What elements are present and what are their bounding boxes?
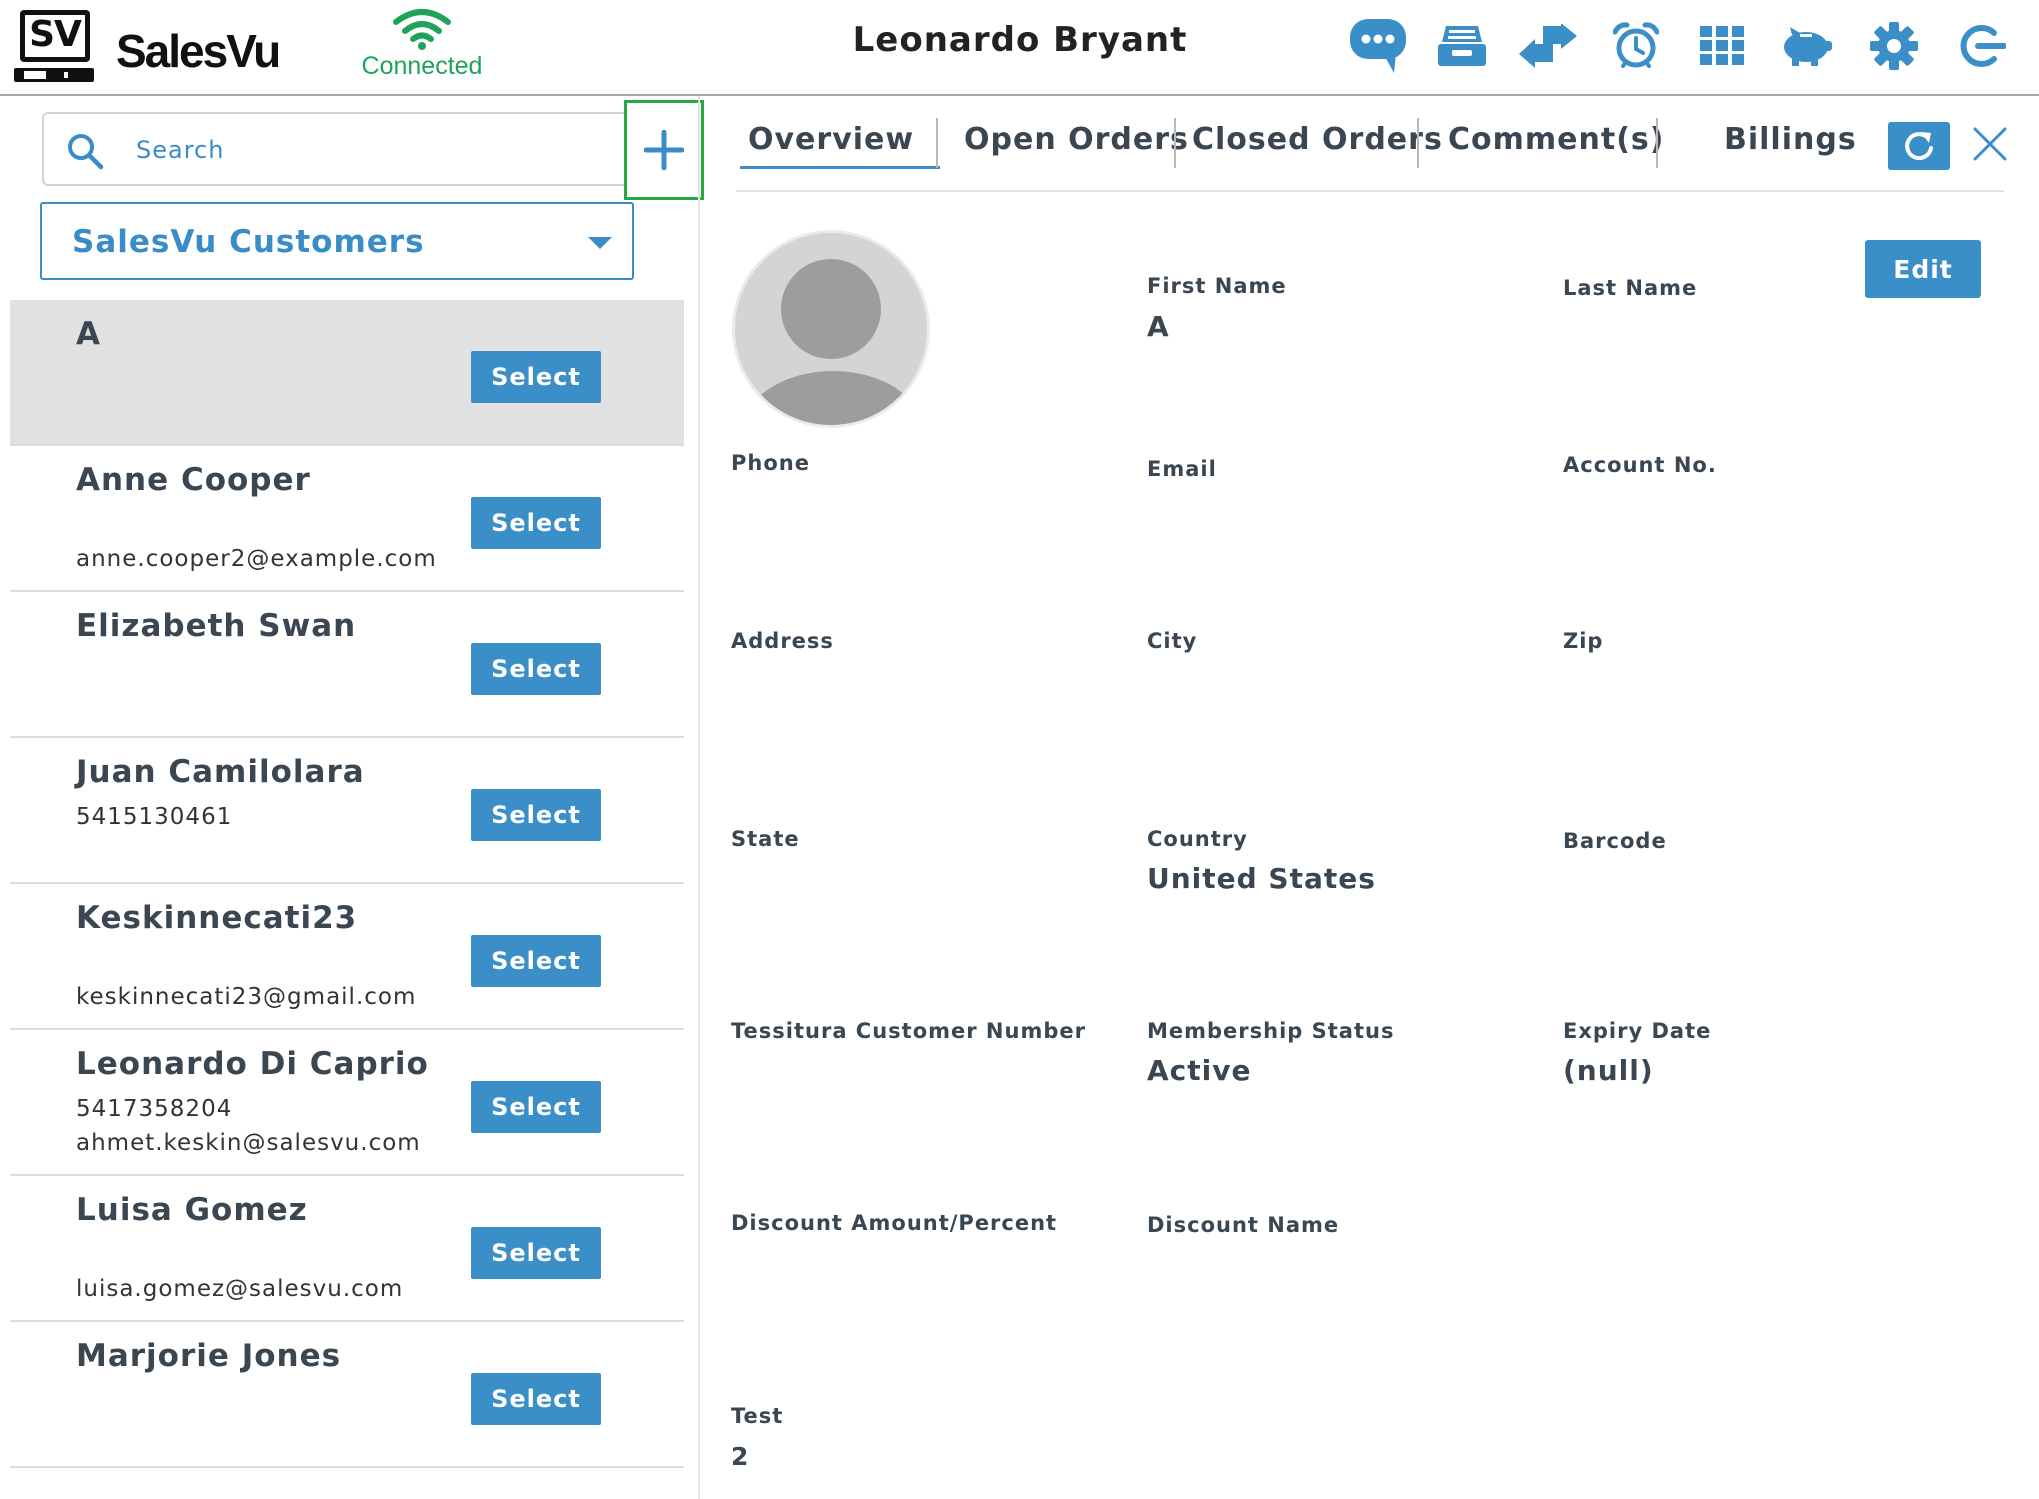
customer-email: ahmet.keskin@salesvu.com: [76, 1130, 421, 1156]
tessitura-number-label: Tessitura Customer Number: [731, 1019, 1086, 1043]
close-button[interactable]: [1970, 124, 2010, 164]
tab-separator: [1417, 118, 1419, 168]
customer-row[interactable]: Juan Camilolara 5415130461 Select: [10, 738, 684, 884]
select-button[interactable]: Select: [471, 935, 601, 987]
membership-status-value: Active: [1147, 1054, 1252, 1087]
tab-overview[interactable]: Overview: [748, 122, 914, 157]
email-label: Email: [1147, 457, 1217, 481]
avatar-body: [743, 371, 923, 425]
discount-name-label: Discount Name: [1147, 1213, 1340, 1237]
customer-row[interactable]: A Select: [10, 300, 684, 446]
zip-label: Zip: [1563, 629, 1604, 653]
customer-row[interactable]: Anne Cooper anne.cooper2@example.com Sel…: [10, 446, 684, 592]
expiry-date-label: Expiry Date: [1563, 1019, 1712, 1043]
customer-name: Marjorie Jones: [76, 1338, 342, 1374]
tabs-divider: [736, 190, 2004, 192]
gear-icon[interactable]: [1862, 14, 1926, 78]
account-no-label: Account No.: [1563, 453, 1717, 477]
grid-icon[interactable]: [1690, 14, 1754, 78]
customer-name: Juan Camilolara: [76, 754, 365, 790]
customer-name: Keskinnecati23: [76, 900, 358, 936]
salesvu-logo: SV: [14, 10, 94, 82]
barcode-label: Barcode: [1563, 829, 1667, 853]
refresh-button[interactable]: [1888, 122, 1950, 170]
piggy-bank-icon[interactable]: [1774, 14, 1838, 78]
customer-row[interactable]: Elizabeth Swan Select: [10, 592, 684, 738]
select-button[interactable]: Select: [471, 351, 601, 403]
brand-name: SalesVu: [116, 25, 281, 77]
detail-tabs: Overview Open Orders Closed Orders Comme…: [720, 112, 2020, 196]
select-button[interactable]: Select: [471, 789, 601, 841]
select-button[interactable]: Select: [471, 1081, 601, 1133]
customer-name: Leonardo Di Caprio: [76, 1046, 429, 1082]
chat-icon[interactable]: [1346, 14, 1410, 78]
address-label: Address: [731, 629, 834, 653]
select-button[interactable]: Select: [471, 643, 601, 695]
customer-list: A Select Anne Cooper anne.cooper2@exampl…: [10, 300, 684, 1468]
customer-row[interactable]: Keskinnecati23 keskinnecati23@gmail.com …: [10, 884, 684, 1030]
customer-name: A: [76, 316, 101, 352]
search-input[interactable]: [136, 128, 616, 172]
panel-divider: [698, 96, 700, 1499]
active-tab-indicator: [740, 166, 940, 169]
customer-name: Elizabeth Swan: [76, 608, 357, 644]
select-button[interactable]: Select: [471, 1373, 601, 1425]
logo-base: [14, 68, 94, 82]
discount-amount-label: Discount Amount/Percent: [731, 1211, 1058, 1235]
register-icon[interactable]: [1430, 14, 1494, 78]
test-label: Test: [731, 1404, 784, 1428]
plus-icon: [644, 130, 684, 170]
add-customer-button[interactable]: [624, 100, 704, 200]
select-button[interactable]: Select: [471, 1227, 601, 1279]
phone-label: Phone: [731, 451, 810, 475]
tab-closed-orders[interactable]: Closed Orders: [1192, 122, 1443, 157]
top-bar: SV SalesVu Connected Leonardo Bryant: [0, 0, 2039, 96]
expiry-date-value: (null): [1563, 1054, 1654, 1087]
alarm-icon[interactable]: [1604, 14, 1668, 78]
wifi-icon: [393, 9, 451, 50]
first-name-value: A: [1147, 310, 1170, 343]
edit-button[interactable]: Edit: [1865, 240, 1981, 298]
test-value: 2: [731, 1442, 750, 1471]
logo-text: SV: [20, 10, 90, 62]
search-box: [42, 112, 634, 186]
logout-icon[interactable]: [1950, 14, 2014, 78]
current-user-name: Leonardo Bryant: [852, 20, 1188, 60]
connection-label: Connected: [361, 52, 483, 80]
tab-billings[interactable]: Billings: [1724, 122, 1857, 157]
city-label: City: [1147, 629, 1198, 653]
close-icon: [1973, 127, 2007, 161]
first-name-label: First Name: [1147, 274, 1287, 298]
country-value: United States: [1147, 862, 1376, 895]
tab-open-orders[interactable]: Open Orders: [964, 122, 1189, 157]
customer-email: luisa.gomez@salesvu.com: [76, 1276, 404, 1302]
connection-status: Connected: [352, 8, 492, 84]
chevron-down-icon: [588, 237, 612, 249]
tab-separator: [1656, 118, 1658, 168]
customer-phone: 5417358204: [76, 1096, 233, 1122]
customer-row[interactable]: Luisa Gomez luisa.gomez@salesvu.com Sele…: [10, 1176, 684, 1322]
transfer-icon[interactable]: [1516, 14, 1580, 78]
customer-email: anne.cooper2@example.com: [76, 546, 437, 572]
customer-group-label: SalesVu Customers: [72, 224, 425, 260]
customer-group-dropdown[interactable]: SalesVu Customers: [40, 202, 634, 280]
customer-phone: 5415130461: [76, 804, 233, 830]
customer-name: Anne Cooper: [76, 462, 311, 498]
customer-row[interactable]: Marjorie Jones Select: [10, 1322, 684, 1468]
customer-avatar: [732, 230, 930, 428]
customer-row[interactable]: Leonardo Di Caprio 5417358204 ahmet.kesk…: [10, 1030, 684, 1176]
tab-separator: [936, 118, 938, 168]
search-icon: [68, 134, 104, 170]
state-label: State: [731, 827, 800, 851]
membership-status-label: Membership Status: [1147, 1019, 1395, 1043]
last-name-label: Last Name: [1563, 276, 1698, 300]
customer-email: keskinnecati23@gmail.com: [76, 984, 417, 1010]
select-button[interactable]: Select: [471, 497, 601, 549]
tab-separator: [1174, 118, 1176, 168]
refresh-icon: [1905, 132, 1933, 161]
avatar-head: [781, 259, 881, 359]
tab-comments[interactable]: Comment(s): [1448, 122, 1664, 157]
country-label: Country: [1147, 827, 1248, 851]
customer-name: Luisa Gomez: [76, 1192, 308, 1228]
